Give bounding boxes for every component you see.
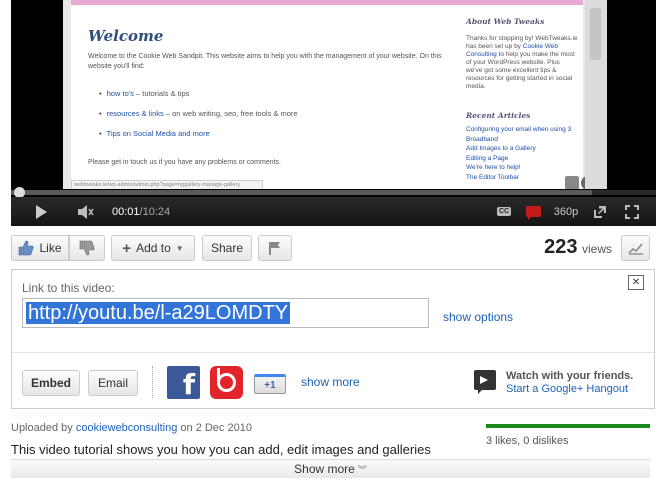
double-chevron-down-icon: ︾ [357, 465, 367, 475]
popout-icon [594, 205, 606, 218]
fullscreen-button[interactable] [621, 197, 643, 226]
popout-button[interactable] [589, 197, 611, 226]
video-player[interactable]: Welcome Welcome to the Cookie Web Sandpi… [11, 0, 656, 226]
site-article-link: Add Images to a Gallery [466, 145, 536, 152]
add-to-label: Add to [136, 241, 171, 255]
quality-button[interactable]: 360p [551, 197, 581, 226]
share-separator [152, 366, 153, 398]
share-url-selected: http://youtu.be/l-a29LOMDTY [26, 302, 291, 324]
panel-divider [12, 352, 654, 353]
site-page: Welcome Welcome to the Cookie Web Sandpi… [71, 5, 601, 189]
site-about-heading: About Web Tweaks [466, 17, 545, 26]
time-display: 00:01 / 10:24 [112, 205, 171, 218]
play-icon [35, 204, 47, 219]
show-more-label: Show more [294, 462, 355, 476]
stats-chart-icon [627, 243, 643, 255]
uploader-link[interactable]: cookiewebconsulting [76, 422, 178, 434]
cc-icon: CC [496, 207, 512, 216]
views-number: 223 [544, 236, 578, 258]
google-plus-one-button[interactable]: +1 [254, 374, 286, 394]
video-frame[interactable]: Welcome Welcome to the Cookie Web Sandpi… [63, 0, 607, 189]
annotations-button[interactable] [523, 197, 543, 226]
like-ratio-bar [486, 424, 650, 428]
hangout-icon [474, 370, 496, 394]
site-intro-text: Welcome to the Cookie Web Sandpit. This … [88, 53, 442, 70]
video-progress-bar[interactable] [11, 187, 656, 198]
annotation-icon [525, 206, 541, 220]
site-article-link: Editing a Page [466, 154, 509, 162]
dislike-button[interactable] [69, 235, 105, 261]
share-url-input[interactable]: http://youtu.be/l-a29LOMDTY [22, 298, 429, 328]
email-button[interactable]: Email [88, 370, 138, 396]
video-loaded-bar [11, 190, 592, 195]
thumbs-up-icon [19, 240, 34, 256]
show-more-services-link[interactable]: show more [301, 375, 360, 389]
facebook-share-icon[interactable]: f [167, 366, 200, 399]
add-to-button[interactable]: + Add to ▼ [111, 235, 195, 261]
upload-info: Uploaded by cookiewebconsulting on 2 Dec… [11, 422, 252, 434]
link-label: Link to this video: [22, 281, 115, 295]
play-button[interactable] [29, 197, 53, 226]
like-button[interactable]: Like [11, 235, 69, 261]
like-label: Like [39, 241, 62, 255]
site-welcome-heading: Welcome [88, 27, 164, 45]
site-bullet: Tips on Social Media and more [99, 129, 298, 138]
web-icon [565, 176, 579, 189]
share-button[interactable]: Share [202, 235, 252, 261]
site-article-link: We're here to help! [466, 164, 521, 171]
site-status-url: webtweaks.ie/wp-admin/admin.php?page=ngg… [71, 180, 263, 189]
youtube-watch-page: Welcome Welcome to the Cookie Web Sandpi… [0, 0, 666, 482]
captions-button[interactable]: CC [495, 197, 513, 226]
site-bullet-list: how to's – tutorials & tips resources & … [99, 89, 298, 149]
video-description: This video tutorial shows you how you ca… [11, 442, 431, 457]
site-about-text: Thanks for stopping by! WebTweaks.ie has… [466, 35, 578, 90]
views-label: views [581, 242, 612, 256]
total-time: 10:24 [142, 205, 171, 218]
embed-button[interactable]: Embed [22, 370, 80, 396]
site-recent-articles: Configuring your email when using 3 Broa… [466, 125, 583, 182]
site-bullet: resources & links – on web writing, seo,… [99, 109, 298, 118]
start-hangout-link[interactable]: Start a Google+ Hangout [506, 383, 628, 395]
site-scrollbar [585, 0, 607, 189]
close-icon: ✕ [631, 277, 641, 288]
show-more-button[interactable]: Show more ︾ [11, 459, 650, 478]
flag-icon [269, 242, 280, 255]
chevron-down-icon: ▼ [175, 243, 184, 253]
fullscreen-icon [625, 204, 639, 219]
speaker-icon [78, 204, 94, 219]
plus-icon: + [122, 239, 132, 257]
site-article-link: Configuring your email when using 3 Broa… [466, 126, 572, 143]
flag-button[interactable] [258, 235, 292, 261]
close-button[interactable]: ✕ [628, 275, 644, 290]
like-ratio-fill [486, 424, 650, 428]
thumbs-down-icon [79, 240, 95, 256]
share-panel: Link to this video: ✕ http://youtu.be/l-… [11, 269, 655, 409]
current-time: 00:01 [112, 205, 140, 218]
site-recent-heading: Recent Articles [466, 111, 531, 120]
likes-dislikes-text: 3 likes, 0 dislikes [486, 435, 569, 447]
site-bullet: how to's – tutorials & tips [99, 89, 298, 98]
bebo-share-icon[interactable] [210, 366, 243, 399]
site-help-line: Please get in touch us if you have any p… [88, 159, 281, 166]
show-options-link[interactable]: show options [443, 310, 513, 324]
watch-with-friends-text: Watch with your friends. [506, 370, 634, 382]
stats-button[interactable] [621, 235, 650, 261]
view-count: 223 views [520, 236, 612, 259]
player-controls: 00:01 / 10:24 CC 360p [11, 197, 656, 226]
volume-button[interactable] [75, 197, 97, 226]
